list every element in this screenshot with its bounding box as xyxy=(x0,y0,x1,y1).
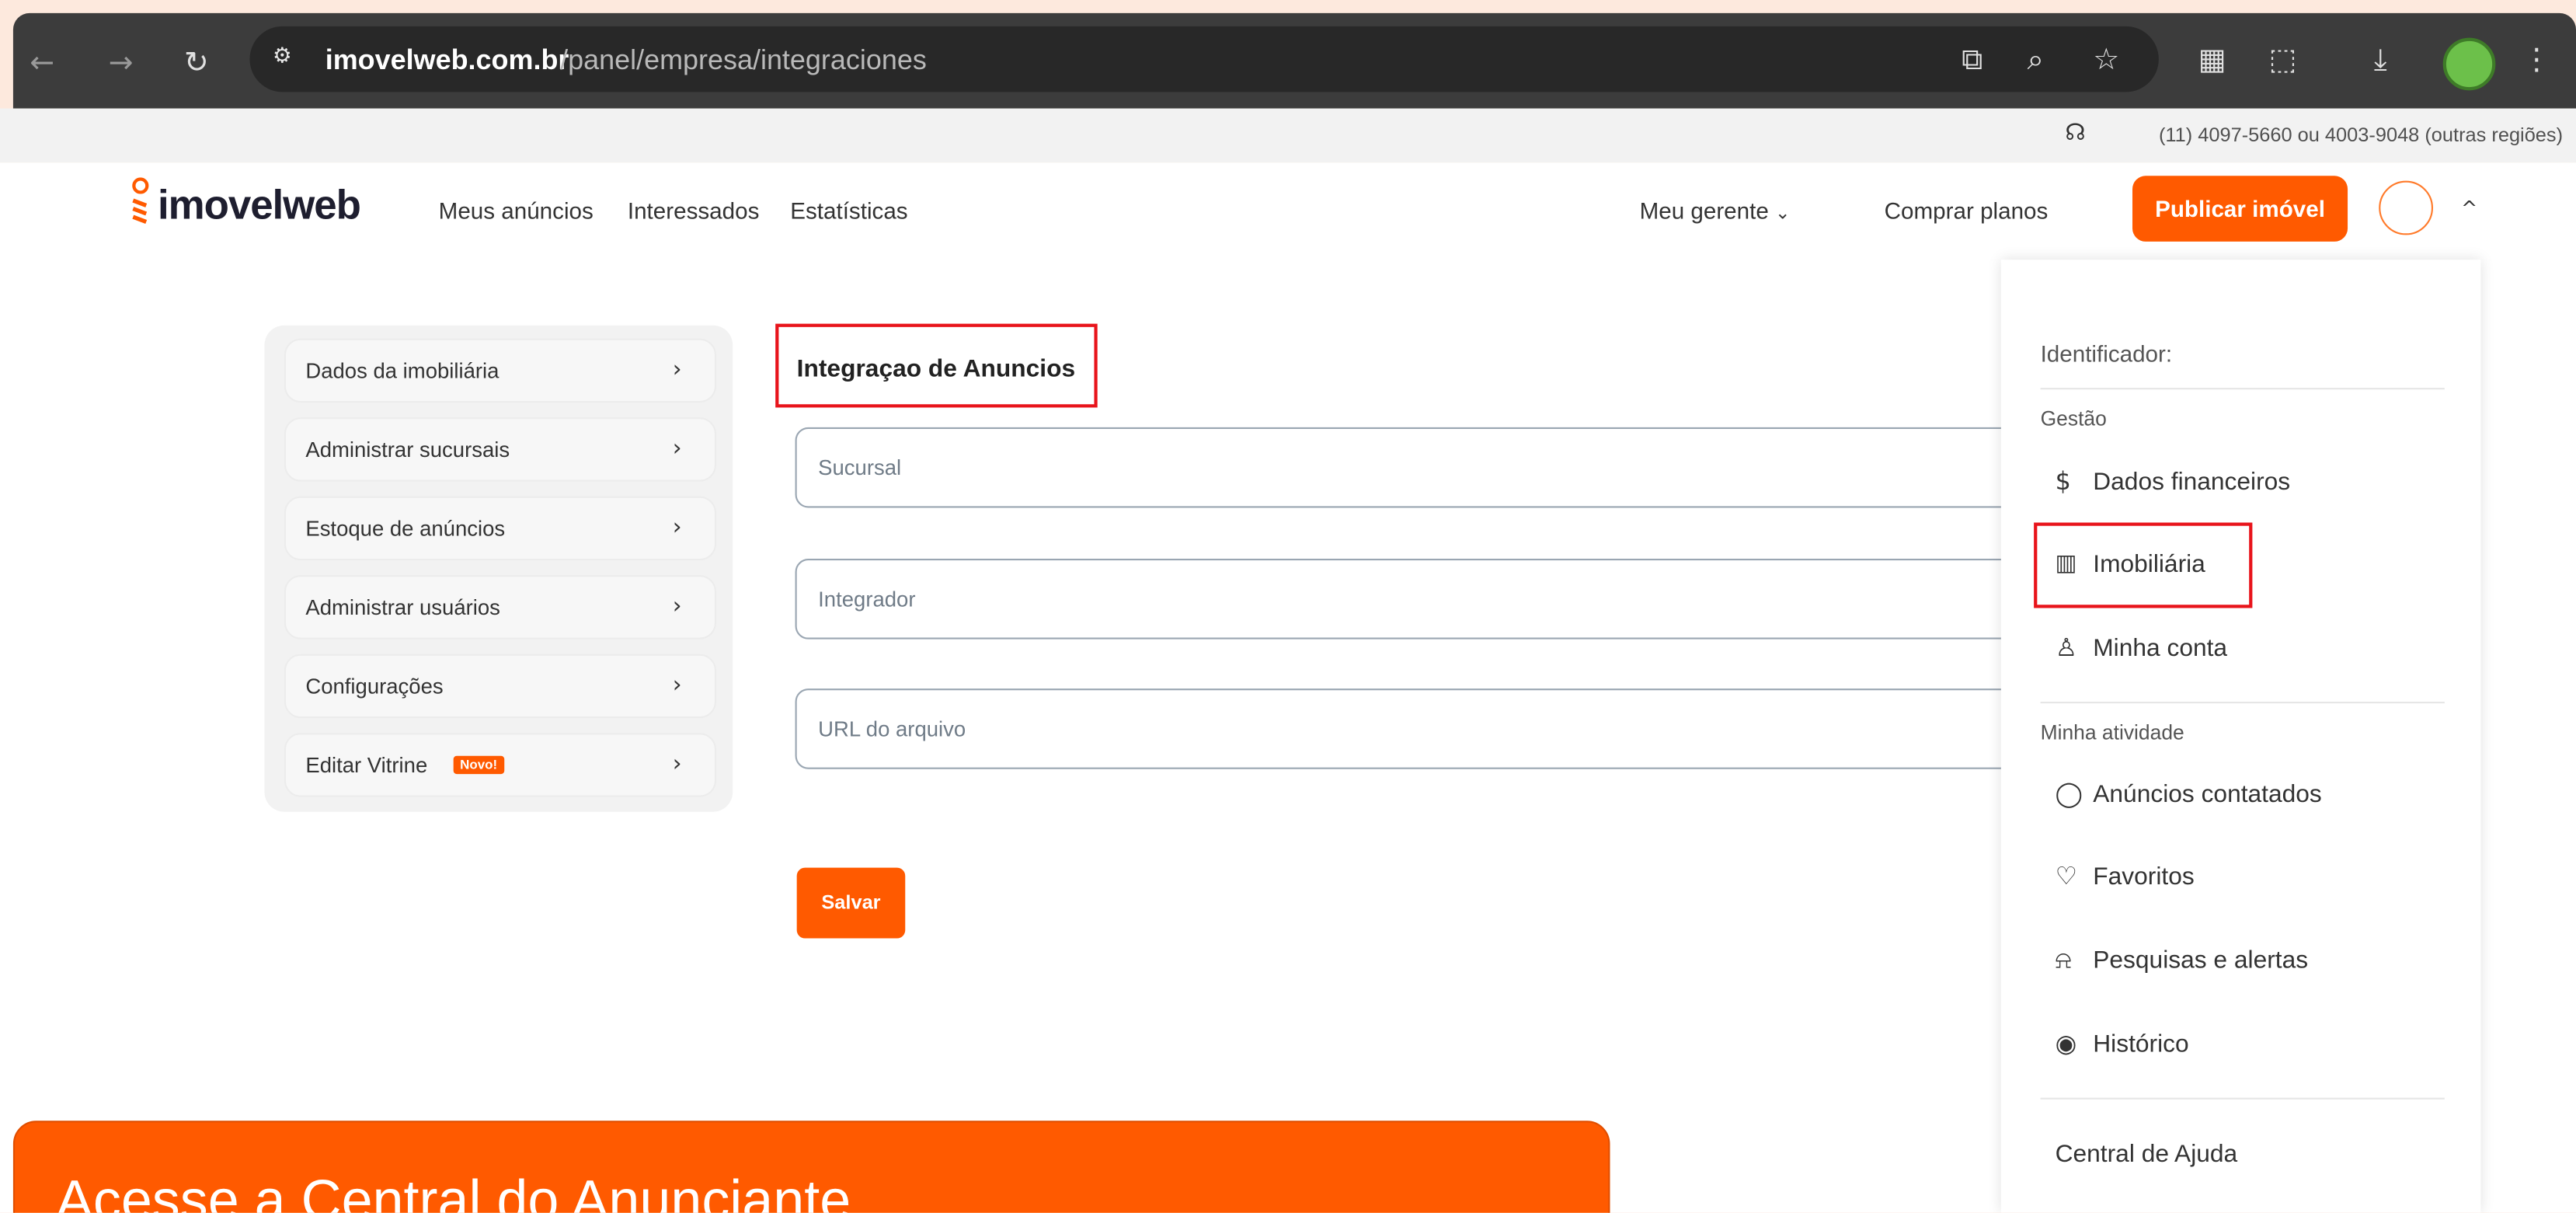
nav-meus-anuncios[interactable]: Meus anúncios xyxy=(439,197,594,224)
extensions-icon[interactable]: ⬚ xyxy=(2269,43,2297,77)
comprar-planos-link[interactable]: Comprar planos xyxy=(1885,197,2049,224)
divider xyxy=(2040,388,2445,390)
sidebar-item-administrar-sucursais[interactable]: Administrar sucursais › xyxy=(284,417,717,482)
url-path: /panel/empresa/integraciones xyxy=(560,44,927,76)
sidebar-item-label: Administrar sucursais xyxy=(305,437,510,462)
chevron-right-icon: › xyxy=(672,356,682,383)
sidebar-item-editar-vitrine[interactable]: Editar Vitrine Novo! › xyxy=(284,733,717,797)
divider xyxy=(2040,1097,2445,1100)
menu-item-central-ajuda[interactable]: Central de Ajuda xyxy=(2056,1141,2238,1169)
reload-icon[interactable]: ↻ xyxy=(184,46,209,80)
profile-avatar-icon[interactable] xyxy=(2442,37,2496,91)
menu-item-anuncios-contatados[interactable]: Anúncios contatados xyxy=(2093,781,2322,809)
sidebar-item-label: Administrar usuários xyxy=(305,594,500,620)
sidebar-item-dados-imobiliaria[interactable]: Dados da imobiliária › xyxy=(284,338,717,403)
url-arquivo-input[interactable] xyxy=(796,690,2042,768)
chevron-right-icon: › xyxy=(672,593,682,620)
meu-gerente-menu[interactable]: Meu gerente ⌄ xyxy=(1640,197,1791,224)
chevron-right-icon: › xyxy=(672,671,682,699)
dollar-icon: $ xyxy=(2055,466,2071,497)
logo-pin-icon xyxy=(132,177,149,224)
publicar-imovel-button[interactable]: Publicar imóvel xyxy=(2132,176,2348,242)
chevron-up-icon[interactable]: ^ xyxy=(2461,197,2477,221)
nav-estatisticas[interactable]: Estatísticas xyxy=(790,197,907,224)
sidebar-item-estoque-anuncios[interactable]: Estoque de anúncios › xyxy=(284,496,717,561)
bell-icon: ⍾ xyxy=(2055,945,2072,975)
chevron-right-icon: › xyxy=(672,435,682,462)
banner-text: Acesse a Central do Anunciante xyxy=(55,1169,851,1213)
meu-gerente-label: Meu gerente xyxy=(1639,197,1769,224)
url-arquivo-field[interactable] xyxy=(795,688,2044,769)
eye-icon: ◉ xyxy=(2055,1028,2077,1058)
sucursal-field[interactable] xyxy=(795,427,2044,508)
sucursal-input[interactable] xyxy=(796,428,2042,507)
chevron-right-icon: › xyxy=(672,514,682,541)
sidebar-item-label: Configurações xyxy=(305,674,444,699)
headset-icon: ☊ xyxy=(2065,120,2086,147)
url-domain: imovelweb.com.br xyxy=(325,44,569,76)
chat-bubble-icon: ◯ xyxy=(2055,779,2083,809)
menu-item-dados-financeiros[interactable]: Dados financeiros xyxy=(2093,469,2290,497)
sidebar-item-administrar-usuarios[interactable]: Administrar usuários › xyxy=(284,575,717,640)
zoom-icon[interactable]: ⌕ xyxy=(2028,43,2044,77)
sidebar-item-configuracoes[interactable]: Configurações › xyxy=(284,654,717,719)
translate-icon[interactable]: ⧉ xyxy=(1962,43,1982,77)
minha-atividade-section-label: Minha atividade xyxy=(2040,721,2184,745)
back-icon[interactable]: ← xyxy=(30,46,54,80)
support-phone-text: (11) 4097-5660 ou 4003-9048 (outras regi… xyxy=(2158,123,2564,147)
gestao-section-label: Gestão xyxy=(2040,407,2107,431)
nav-interessados[interactable]: Interessados xyxy=(628,197,760,224)
menu-item-pesquisas-alertas[interactable]: Pesquisas e alertas xyxy=(2093,946,2308,974)
sidebar-item-label: Estoque de anúncios xyxy=(305,516,506,541)
chevron-down-icon: ⌄ xyxy=(1775,202,1791,224)
download-icon[interactable]: ⤓ xyxy=(2374,43,2387,77)
sidebar-item-label: Editar Vitrine xyxy=(305,752,428,778)
menu-kebab-icon[interactable]: ⋮ xyxy=(2522,43,2551,77)
salvar-button[interactable]: Salvar xyxy=(796,867,906,939)
integrador-input[interactable] xyxy=(796,560,2042,638)
site-settings-icon[interactable]: ⚙ xyxy=(273,44,305,74)
menu-item-minha-conta[interactable]: Minha conta xyxy=(2093,634,2227,662)
novo-badge: Novo! xyxy=(453,755,504,775)
heart-icon: ♡ xyxy=(2055,861,2078,891)
building-icon: ▥ xyxy=(2055,550,2077,577)
menu-item-historico[interactable]: Histórico xyxy=(2093,1030,2188,1058)
page-title: Integraçao de Anuncios xyxy=(796,354,1076,383)
logo[interactable]: imovelweb xyxy=(158,183,361,230)
user-icon: ♙ xyxy=(2055,633,2078,663)
sidebar-item-label: Dados da imobiliária xyxy=(305,358,500,383)
divider xyxy=(2040,702,2445,704)
qr-code-icon[interactable]: ▦ xyxy=(2198,43,2226,77)
chevron-right-icon: › xyxy=(672,751,682,778)
menu-item-favoritos[interactable]: Favoritos xyxy=(2093,863,2194,891)
bookmark-star-icon[interactable]: ☆ xyxy=(2093,43,2119,77)
menu-item-imobiliaria[interactable]: Imobiliária xyxy=(2093,550,2205,578)
forward-icon[interactable]: → xyxy=(109,46,134,80)
user-avatar[interactable] xyxy=(2379,180,2434,235)
identificador-label: Identificador: xyxy=(2040,340,2173,367)
integrador-field[interactable] xyxy=(795,559,2044,640)
